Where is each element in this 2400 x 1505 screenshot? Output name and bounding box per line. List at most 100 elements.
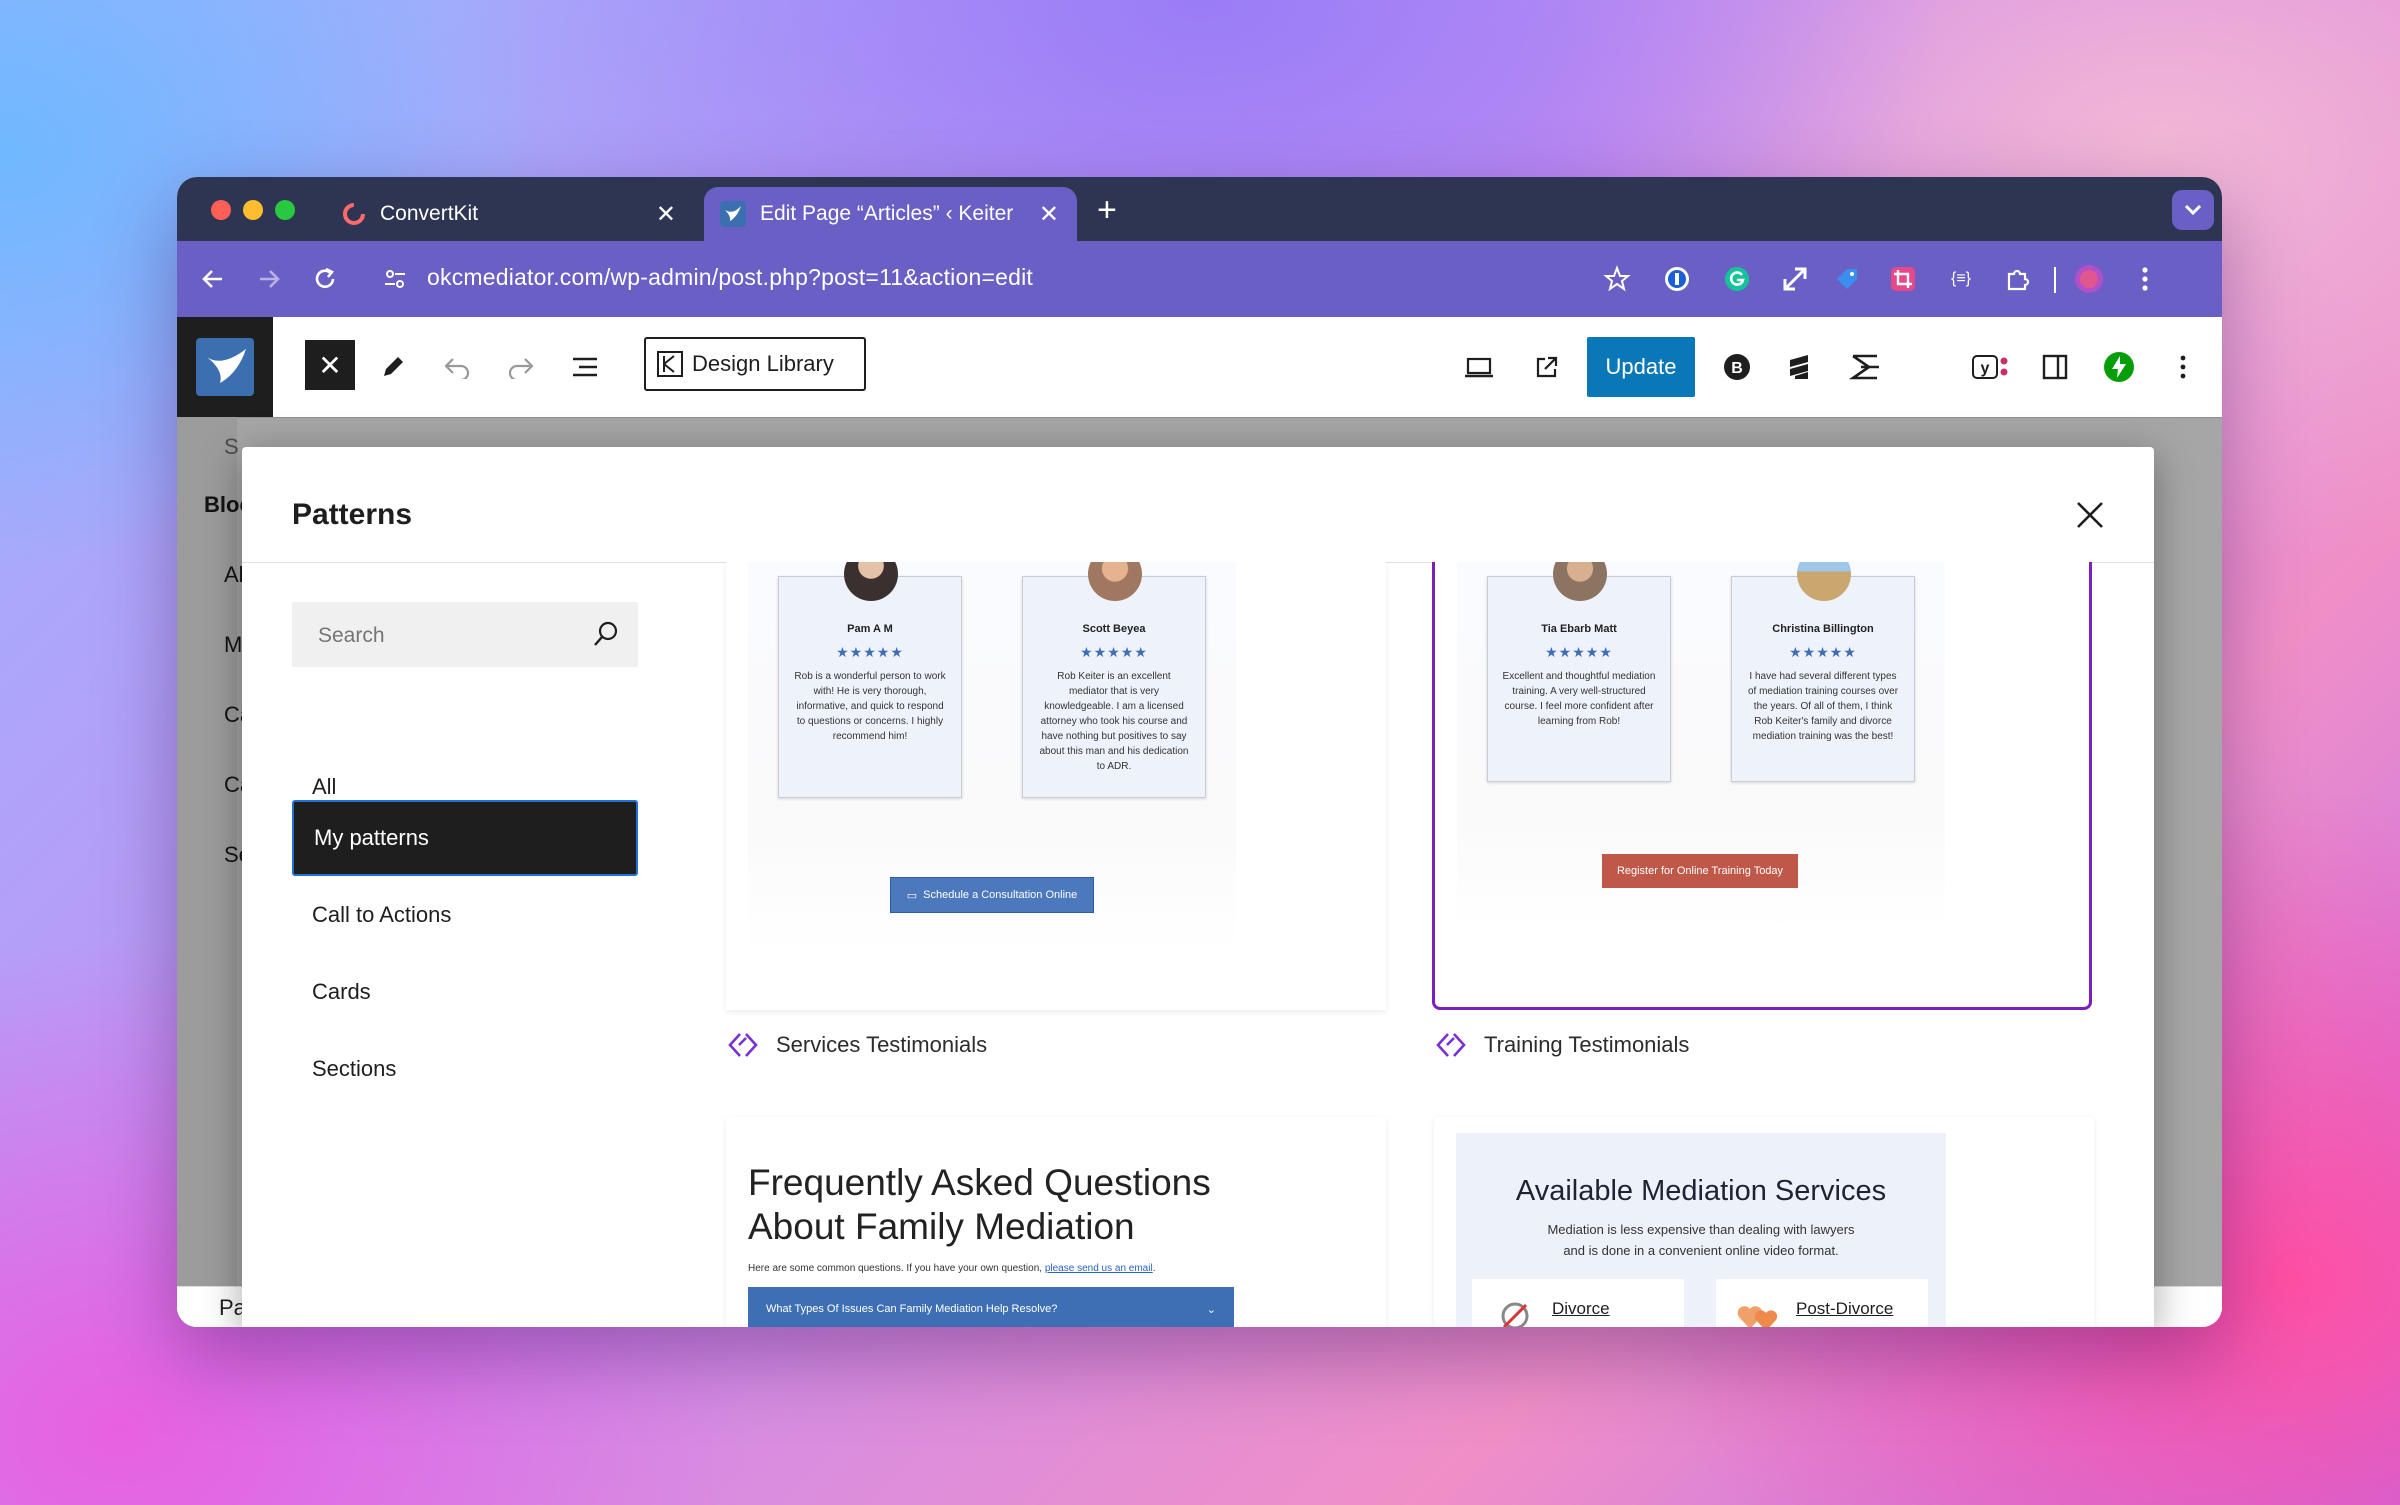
editor-options-button[interactable]	[2163, 347, 2203, 387]
testimonial-text: Excellent and thoughtful mediation train…	[1502, 670, 1656, 727]
testimonial-card: Tia Ebarb Matt ★★★★★ Excellent and thoug…	[1487, 562, 1671, 782]
redo-button[interactable]	[501, 347, 541, 387]
testimonial-card: Scott Beyea ★★★★★ Rob Keiter is an excel…	[1022, 562, 1206, 798]
browser-menu-button[interactable]	[2125, 259, 2165, 299]
arrow-left-icon	[202, 270, 222, 288]
maximize-window-button[interactable]	[275, 200, 295, 220]
kadence-library-icon	[656, 350, 684, 378]
profile-avatar[interactable]	[2069, 259, 2109, 299]
close-window-button[interactable]	[211, 200, 231, 220]
testimonial-card: Pam A M ★★★★★ Rob is a wonderful person …	[778, 562, 962, 798]
forward-button[interactable]	[249, 259, 289, 299]
plugin-b-button[interactable]: B	[1717, 347, 1757, 387]
bookmark-button[interactable]	[1597, 259, 1637, 299]
grammarly-icon	[1725, 267, 1749, 291]
plugin-layers-button[interactable]	[1781, 347, 1821, 387]
category-cards[interactable]: Cards	[292, 954, 638, 1030]
avatar-icon	[2075, 265, 2103, 293]
reload-button[interactable]	[305, 259, 345, 299]
minimize-window-button[interactable]	[243, 200, 263, 220]
search-input[interactable]	[292, 602, 620, 669]
tag-icon	[1837, 269, 1857, 289]
avatar	[1797, 562, 1851, 601]
crop-icon	[1891, 267, 1915, 291]
address-bar[interactable]: okcmediator.com/wp-admin/post.php?post=1…	[427, 264, 1033, 291]
crop-extension[interactable]	[1883, 259, 1923, 299]
tab-close-icon[interactable]: ✕	[1039, 200, 1059, 229]
browser-toolbar: okcmediator.com/wp-admin/post.php?post=1…	[177, 241, 2222, 317]
browser-window: ConvertKit ✕ Edit Page “Articles” ‹ Keit…	[177, 177, 2222, 1327]
tab-close-icon[interactable]: ✕	[656, 200, 676, 229]
rating-stars: ★★★★★	[1789, 643, 1857, 660]
faq-intro-text: Here are some common questions. If you h…	[748, 1263, 1045, 1274]
avatar	[1088, 562, 1142, 601]
pattern-title-services-testimonials[interactable]: Services Testimonials	[726, 1031, 1386, 1059]
tune-icon	[385, 270, 405, 288]
site-icon-button[interactable]	[177, 317, 273, 417]
category-sections[interactable]: Sections	[292, 1031, 638, 1107]
modal-close-button[interactable]	[2070, 495, 2110, 535]
services-heading: Available Mediation Services	[1515, 1175, 1887, 1207]
tag-extension[interactable]	[1827, 259, 1867, 299]
list-view-icon	[573, 357, 597, 377]
convertkit-favicon-icon	[342, 202, 366, 226]
jetpack-button[interactable]	[2099, 347, 2139, 387]
kadence-icon	[1849, 354, 1879, 380]
testimonial-card: Christina Billington ★★★★★ I have had se…	[1731, 562, 1915, 782]
new-tab-button[interactable]: +	[1097, 191, 1117, 230]
tab-edit-page[interactable]: Edit Page “Articles” ‹ Keiter Mediation …	[704, 187, 1077, 241]
testimonial-name: Scott Beyea	[1082, 623, 1146, 635]
update-button[interactable]: Update	[1587, 337, 1695, 397]
patterns-modal: Patterns All My patterns Call to Actions…	[242, 447, 2154, 1327]
yoast-button[interactable]: y	[1971, 347, 2011, 387]
reload-icon	[315, 267, 335, 288]
toolbar-divider	[2054, 267, 2056, 293]
kebab-menu-icon	[2142, 267, 2148, 291]
broken-ring-icon	[1501, 1302, 1529, 1327]
tools-button[interactable]	[373, 347, 413, 387]
preview-canvas: Pam A M ★★★★★ Rob is a wonderful person …	[748, 562, 1236, 952]
pattern-grid: Pam A M ★★★★★ Rob is a wonderful person …	[682, 562, 2154, 1327]
document-overview-button[interactable]	[565, 347, 605, 387]
tab-convertkit[interactable]: ConvertKit ✕	[324, 187, 694, 241]
1password-icon	[1665, 267, 1689, 291]
rating-stars: ★★★★★	[1080, 643, 1148, 660]
tab-strip: ConvertKit ✕ Edit Page “Articles” ‹ Keit…	[177, 177, 2222, 241]
category-my-patterns[interactable]: My patterns	[292, 800, 638, 876]
faq-question: What Types Of Issues Can Family Mediatio…	[766, 1303, 1058, 1315]
pattern-preview-training-testimonials[interactable]: Tia Ebarb Matt ★★★★★ Excellent and thoug…	[1432, 562, 2092, 1010]
design-library-button[interactable]: Design Library	[644, 337, 866, 391]
laptop-icon: ▭	[906, 889, 918, 902]
service-card-divorce: Divorce	[1472, 1279, 1684, 1327]
service-card-post-divorce: Post-Divorce	[1716, 1279, 1928, 1327]
undo-button[interactable]	[437, 347, 477, 387]
faq-heading: Frequently Asked Questions About Family …	[748, 1162, 1211, 1248]
pattern-title: Training Testimonials	[1484, 1032, 1690, 1057]
resize-extension[interactable]	[1775, 259, 1815, 299]
testimonial-text: I have had several different types of me…	[1747, 670, 1899, 742]
pattern-preview-services-testimonials[interactable]: Pam A M ★★★★★ Rob is a wonderful person …	[726, 562, 1386, 1010]
puzzle-icon	[2007, 269, 2030, 291]
tab-title: Edit Page “Articles” ‹ Keiter Mediation	[760, 202, 1020, 225]
pattern-preview-faq[interactable]: Frequently Asked Questions About Family …	[726, 1117, 1386, 1327]
svg-text:y: y	[1981, 360, 1990, 377]
1password-extension[interactable]	[1657, 259, 1697, 299]
tab-search-button[interactable]	[2172, 190, 2214, 230]
json-extension[interactable]: {≡}	[1941, 259, 1981, 299]
site-settings-button[interactable]	[375, 259, 415, 299]
editor-close-button[interactable]: ✕	[305, 340, 355, 390]
pattern-preview-mediation-services[interactable]: Available Mediation Services Mediation i…	[1434, 1117, 2094, 1327]
plugin-kadence-button[interactable]	[1845, 347, 1885, 387]
extensions-button[interactable]	[1997, 259, 2037, 299]
tab-title: ConvertKit	[380, 202, 479, 225]
cta-label: Schedule a Consultation Online	[923, 889, 1078, 901]
grammarly-extension[interactable]	[1717, 259, 1757, 299]
preview-button[interactable]	[1459, 347, 1499, 387]
view-page-button[interactable]	[1527, 347, 1567, 387]
back-button[interactable]	[193, 259, 233, 299]
faq-intro-end: .	[1152, 1263, 1156, 1274]
category-call-to-actions[interactable]: Call to Actions	[292, 877, 638, 953]
testimonial-name: Christina Billington	[1772, 623, 1874, 635]
settings-sidebar-button[interactable]	[2035, 347, 2075, 387]
pattern-title-training-testimonials[interactable]: Training Testimonials	[1434, 1031, 2094, 1059]
